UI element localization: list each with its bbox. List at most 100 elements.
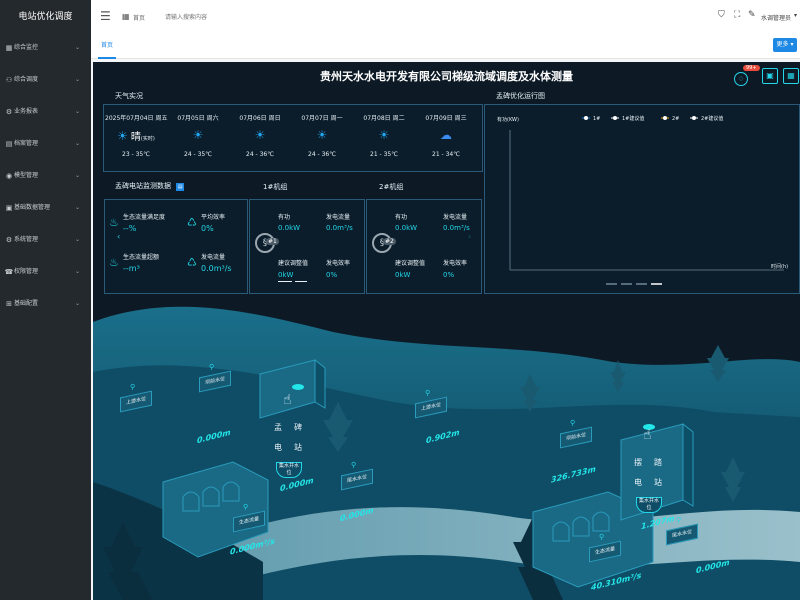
sun-icon: ☀ — [378, 128, 390, 142]
layout-icon[interactable]: ▦ — [783, 68, 799, 84]
sun-icon: ☀ — [117, 129, 128, 143]
sidebar-item[interactable]: ◉ 模型管理 ⌄ — [0, 166, 91, 186]
hand-pointer-icon[interactable]: ☝ — [283, 392, 292, 408]
sun-icon: ☀ — [192, 128, 204, 142]
phone-icon: ☎ — [4, 268, 14, 276]
system-icon: ⚙ — [5, 236, 13, 244]
unit-q-label: 发电流量 — [326, 214, 351, 221]
sidebar-item-label: 基础配置 — [14, 300, 39, 307]
weather-day: 2025年07月04日 周五 ☀ 晴(实时) 23 - 35℃ — [105, 104, 167, 170]
dashboard: 贵州天水水电开发有限公司梯级流域调度及水体测量 99+ ♢ ▣ ▦ 天气实况 2… — [93, 62, 800, 600]
efficiency-icon: ♺ — [187, 216, 197, 229]
station-char: 踏 — [654, 458, 662, 467]
weather-day: 07月06日 周日 ☀ 24 - 36℃ — [229, 104, 291, 170]
sidebar-item[interactable]: ☎ 权限管理 ⌄ — [0, 262, 91, 282]
legend-label[interactable]: 2#建议值 — [701, 115, 723, 122]
station-summary-panel: ♨ 生态流量满足度 --% ♺ 平均效率 0% ♨ 生态流量超额 --m³ ♺ … — [104, 199, 248, 294]
sidebar-item-label: 权限管理 — [14, 268, 39, 275]
weather-title: 天气实况 — [115, 92, 143, 100]
report-icon[interactable]: ▣ — [762, 68, 778, 84]
app-title: 电站优化调度 — [18, 12, 73, 22]
unit-1-title: 1#机组 — [263, 183, 288, 191]
hand-pointer-icon[interactable]: ☝ — [643, 427, 652, 443]
chevron-down-icon[interactable]: ▾ — [794, 12, 797, 19]
alarm-icon[interactable]: ♢ — [734, 72, 748, 86]
adjust-input-underline[interactable] — [295, 281, 307, 282]
shirt-icon[interactable]: ⛉ — [718, 10, 725, 20]
unit-p-value: 0.0kW — [278, 224, 301, 232]
legend-marker[interactable] — [692, 116, 696, 120]
dashboard-title: 贵州天水水电开发有限公司梯级流域调度及水体测量 — [320, 70, 573, 83]
weather-temp: 21 - 34℃ — [432, 151, 460, 158]
home-icon[interactable]: ▦ — [122, 12, 130, 21]
avg-eff-value: 0% — [201, 224, 214, 233]
legend-label[interactable]: 1#建议值 — [622, 115, 644, 122]
sidebar: 电站优化调度 ▦ 综合监控 ⌄ ⚇ 综合调度 ⌄ ⚙ 业务报表 ⌄ ▤ 档案管理 ⌄ ◉ 模型管理 ⌄ ▣ 基础… — [0, 0, 91, 600]
model-icon: ◉ — [5, 172, 13, 180]
legend-marker[interactable] — [663, 116, 667, 120]
tab-home[interactable]: 首页 — [98, 34, 117, 59]
weather-temp: 24 - 36℃ — [308, 151, 336, 158]
weather-date: 2025年07月04日 周五 — [105, 115, 168, 122]
info-icon[interactable]: ▤ — [176, 183, 185, 191]
unit-adj-label: 建议调整值 — [278, 260, 309, 267]
eco-total-value: --m³ — [123, 264, 140, 273]
weather-icon-row: ☀ — [229, 128, 291, 146]
legend-marker[interactable] — [584, 116, 588, 120]
sun-icon: ☀ — [316, 128, 328, 142]
weather-temp: 24 - 36℃ — [246, 151, 274, 158]
unit-eff-label: 发电效率 — [326, 260, 351, 267]
unit-badge: #1 — [266, 238, 279, 245]
search-input[interactable] — [163, 10, 277, 25]
sidebar-item[interactable]: ⚙ 业务报表 ⌄ — [0, 102, 91, 122]
unit-eff-value: 0% — [443, 271, 455, 279]
eco-flow-icon: ♨ — [109, 216, 119, 229]
fullscreen-icon[interactable]: ⛶ — [734, 10, 740, 20]
weather-day: 07月08日 周二 ☀ 21 - 35℃ — [353, 104, 415, 170]
sidebar-item[interactable]: ▦ 综合监控 ⌄ — [0, 38, 91, 58]
chevron-down-icon: ⌄ — [74, 44, 80, 51]
unit-badge: #2 — [383, 238, 396, 245]
brush-icon[interactable]: ✎ — [748, 10, 756, 20]
weather-temp: 21 - 35℃ — [370, 151, 398, 158]
y-axis-label: 有功(KW) — [497, 116, 519, 123]
legend-label[interactable]: 2# — [672, 116, 679, 122]
prev-arrow-icon[interactable]: ‹ — [117, 232, 120, 241]
notification-badge[interactable]: 99+ — [743, 65, 760, 71]
sidebar-item[interactable]: ⊞ 基础配置 ⌄ — [0, 294, 91, 314]
chevron-down-icon: ⌄ — [74, 108, 80, 115]
weather-date: 07月05日 周六 — [177, 115, 219, 122]
chevron-down-icon: ⌄ — [74, 300, 80, 307]
sidebar-item[interactable]: ⚙ 系统管理 ⌄ — [0, 230, 91, 250]
cloud-icon: ☁ — [440, 128, 452, 142]
adjust-input-underline[interactable] — [278, 281, 292, 282]
station-char: 摆 — [634, 458, 642, 467]
monitor-title: 孟碑电站监测数据 ▤ — [115, 181, 185, 191]
weather-day: 07月05日 周六 ☀ 24 - 35℃ — [167, 104, 229, 170]
tab-bar: 首页 更多 ▾ — [91, 34, 800, 59]
faucet-icon: ⚲ — [570, 419, 576, 427]
user-name[interactable]: 水调管理员 — [761, 13, 791, 22]
sidebar-item-label: 综合监控 — [14, 44, 39, 51]
weather-note: (实时) — [140, 136, 155, 142]
menu-toggle-icon[interactable]: ☰ — [100, 9, 111, 23]
more-button[interactable]: 更多 ▾ — [773, 38, 797, 52]
breadcrumb[interactable]: 首页 — [133, 13, 145, 22]
unit-panel: § #2 有功 0.0kW 发电流量 0.0m³/s 建议调整值 0kW 发电效率 0% — [366, 199, 482, 294]
sidebar-item[interactable]: ▤ 档案管理 ⌄ — [0, 134, 91, 154]
sidebar-item-label: 基础数据管理 — [14, 204, 51, 211]
sidebar-item[interactable]: ⚇ 综合调度 ⌄ — [0, 70, 91, 90]
chart-plot: 有功(KW) 时间(h) 1# 1#建议值 2# 2#建议值 — [497, 115, 788, 285]
sidebar-item[interactable]: ▣ 基础数据管理 ⌄ — [0, 198, 91, 218]
faucet-icon: ⚲ — [243, 503, 249, 511]
unit-q-value: 0.0m³/s — [326, 224, 353, 232]
sump-badge[interactable]: 集水井水位 — [276, 462, 302, 478]
avg-eff-label: 平均效率 — [201, 214, 226, 221]
legend-marker[interactable] — [613, 116, 617, 120]
sump-badge[interactable]: 集水井水位 — [636, 497, 662, 513]
unit-q-label: 发电流量 — [443, 214, 468, 221]
eco-total-label: 生态流量超额 — [123, 254, 160, 261]
weather-icon-row: ☀ — [291, 128, 353, 146]
legend-label[interactable]: 1# — [593, 116, 600, 122]
sidebar-item-label: 业务报表 — [14, 108, 39, 115]
